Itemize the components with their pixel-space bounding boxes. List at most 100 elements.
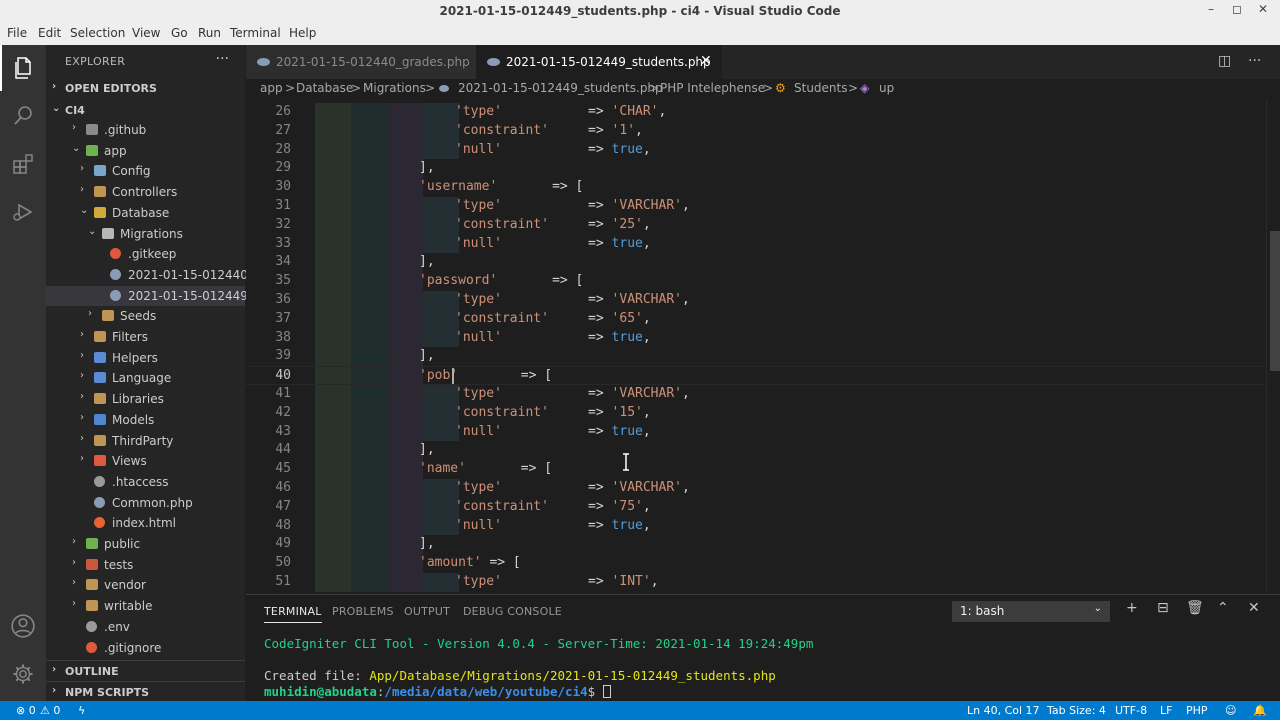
tree-item-env[interactable]: .env bbox=[46, 617, 245, 637]
breadcrumb-intelephense[interactable]: PHP Intelephense bbox=[660, 81, 765, 95]
code-line[interactable]: 49], bbox=[246, 535, 1266, 555]
tree-item-vendor[interactable]: › vendor bbox=[46, 575, 245, 595]
more-actions-button[interactable]: ··· bbox=[216, 51, 229, 67]
code-line[interactable]: 48 'null' => true, bbox=[246, 516, 1266, 536]
menu-edit[interactable]: Edit bbox=[38, 26, 61, 40]
code-line[interactable]: 28 'null' => true, bbox=[246, 140, 1266, 160]
close-window-button[interactable]: ✕ bbox=[1251, 2, 1275, 20]
menu-terminal[interactable]: Terminal bbox=[230, 26, 281, 40]
tree-item-thirdparty[interactable]: › ThirdParty bbox=[46, 431, 245, 451]
menu-selection[interactable]: Selection bbox=[70, 26, 125, 40]
errors-count[interactable]: ⊗ 0 bbox=[16, 704, 36, 717]
tree-item-libraries[interactable]: › Libraries bbox=[46, 389, 245, 409]
code-line[interactable]: 33 'null' => true, bbox=[246, 234, 1266, 254]
language-mode[interactable]: PHP bbox=[1186, 704, 1208, 717]
code-line[interactable]: 44], bbox=[246, 441, 1266, 461]
terminal-prompt[interactable]: muhidin@abudata:/media/data/web/youtube/… bbox=[264, 684, 611, 699]
manage-activity[interactable] bbox=[0, 651, 46, 697]
code-line[interactable]: 35 'password' => [ bbox=[246, 272, 1266, 291]
run-debug-activity[interactable] bbox=[0, 189, 46, 235]
accounts-activity[interactable] bbox=[0, 603, 46, 649]
panel-tab-terminal[interactable]: TERMINAL bbox=[264, 605, 322, 623]
workspace-root-section[interactable]: ⌄ CI4 bbox=[46, 100, 245, 120]
code-line[interactable]: 51 'type' => 'INT', bbox=[246, 573, 1266, 592]
code-line[interactable]: 38 'null' => true, bbox=[246, 328, 1266, 348]
code-line[interactable]: 45 'name' => [ bbox=[246, 460, 1266, 479]
code-line[interactable]: 37 'constraint' => '65', bbox=[246, 309, 1266, 329]
breadcrumb-file[interactable]: 2021-01-15-012449_students.php bbox=[458, 81, 663, 95]
menu-view[interactable]: View bbox=[132, 26, 160, 40]
tab-grades[interactable]: 2021-01-15-012440_grades.php bbox=[246, 45, 476, 79]
notifications-bell-icon[interactable]: 🔔 bbox=[1253, 704, 1267, 717]
breadcrumb-migrations[interactable]: Migrations bbox=[363, 81, 426, 95]
tree-item-gitkeep[interactable]: .gitkeep bbox=[46, 244, 245, 264]
menu-file[interactable]: File bbox=[7, 26, 27, 40]
tree-item-grades-migration[interactable]: 2021-01-15-012440... bbox=[46, 265, 259, 285]
close-panel-button[interactable]: ✕ bbox=[1248, 600, 1260, 616]
lightning-icon[interactable]: ϟ bbox=[78, 704, 85, 717]
warnings-count[interactable]: ⚠ 0 bbox=[40, 704, 60, 717]
tab-size[interactable]: Tab Size: 4 bbox=[1047, 704, 1106, 717]
breadcrumb-method[interactable]: up bbox=[879, 81, 894, 95]
open-editors-section[interactable]: › OPEN EDITORS bbox=[46, 78, 245, 98]
explorer-activity[interactable] bbox=[0, 45, 46, 91]
code-line[interactable]: 29], bbox=[246, 159, 1266, 179]
menu-run[interactable]: Run bbox=[198, 26, 221, 40]
code-line[interactable]: 46 'type' => 'VARCHAR', bbox=[246, 479, 1266, 498]
tree-item-public[interactable]: › public bbox=[46, 534, 245, 554]
extensions-activity[interactable] bbox=[0, 141, 46, 187]
split-editor-icon[interactable]: ◫ bbox=[1218, 53, 1231, 69]
new-terminal-button[interactable]: + bbox=[1126, 600, 1138, 616]
tree-item-helpers[interactable]: › Helpers bbox=[46, 348, 245, 368]
scrollbar-thumb[interactable] bbox=[1270, 231, 1280, 371]
code-line[interactable]: 47 'constraint' => '75', bbox=[246, 497, 1266, 517]
outline-section[interactable]: › OUTLINE bbox=[46, 660, 245, 680]
maximize-button[interactable]: ◻ bbox=[1225, 2, 1249, 20]
search-activity[interactable] bbox=[0, 93, 46, 139]
code-line[interactable]: 42 'constraint' => '15', bbox=[246, 403, 1266, 423]
tree-item-writable[interactable]: › writable bbox=[46, 596, 245, 616]
end-of-line[interactable]: LF bbox=[1160, 704, 1172, 717]
close-tab-icon[interactable]: ✕ bbox=[700, 53, 712, 69]
tree-item-github[interactable]: › .github bbox=[46, 120, 245, 140]
tree-item-models[interactable]: › Models bbox=[46, 410, 245, 430]
code-line[interactable]: 32 'constraint' => '25', bbox=[246, 215, 1266, 235]
tree-item-tests[interactable]: › tests bbox=[46, 555, 245, 575]
split-terminal-button[interactable]: ⊟ bbox=[1157, 600, 1169, 616]
maximize-panel-button[interactable]: ⌃ bbox=[1217, 600, 1229, 616]
tree-item-gitignore[interactable]: .gitignore bbox=[46, 638, 245, 658]
tab-students[interactable]: 2021-01-15-012449_students.php ✕ bbox=[476, 45, 722, 79]
feedback-icon[interactable]: ☺ bbox=[1225, 704, 1236, 717]
code-line[interactable]: 39], bbox=[246, 347, 1266, 367]
code-line[interactable]: 30 'username' => [ bbox=[246, 178, 1266, 197]
tree-item-filters[interactable]: › Filters bbox=[46, 327, 245, 347]
code-line[interactable]: 36 'type' => 'VARCHAR', bbox=[246, 291, 1266, 310]
tree-item-index-html[interactable]: index.html bbox=[46, 513, 245, 533]
panel-tab-debug-console[interactable]: DEBUG CONSOLE bbox=[463, 605, 562, 618]
tree-item-students-migration[interactable]: 2021-01-15-012449... bbox=[46, 285, 259, 306]
terminal-select[interactable]: 1: bash ⌄ bbox=[952, 601, 1110, 622]
editor-scrollbar[interactable] bbox=[1266, 99, 1280, 594]
kill-terminal-button[interactable]: 🗑 bbox=[1186, 600, 1204, 616]
code-line[interactable]: 50 'amount' => [ bbox=[246, 554, 1266, 573]
minimize-button[interactable]: – bbox=[1199, 2, 1223, 20]
code-line[interactable]: 41 'type' => 'VARCHAR', bbox=[246, 385, 1266, 404]
tree-item-database[interactable]: ⌄ Database bbox=[46, 203, 245, 223]
code-line[interactable]: 31 'type' => 'VARCHAR', bbox=[246, 197, 1266, 216]
npm-scripts-section[interactable]: › NPM SCRIPTS bbox=[46, 681, 245, 701]
code-line[interactable]: 40 'pob' => [ bbox=[246, 366, 1266, 385]
tree-item-app[interactable]: ⌄ app bbox=[46, 141, 245, 161]
code-line[interactable]: 26 'type' => 'CHAR', bbox=[246, 103, 1266, 122]
tree-item-controllers[interactable]: › Controllers bbox=[46, 182, 245, 202]
breadcrumb-database[interactable]: Database bbox=[296, 81, 353, 95]
code-line[interactable]: 34], bbox=[246, 253, 1266, 273]
panel-tab-problems[interactable]: PROBLEMS bbox=[332, 605, 394, 618]
encoding[interactable]: UTF-8 bbox=[1115, 704, 1147, 717]
code-line[interactable]: 43 'null' => true, bbox=[246, 422, 1266, 442]
menu-help[interactable]: Help bbox=[289, 26, 316, 40]
tree-item-config[interactable]: › Config bbox=[46, 161, 245, 181]
cursor-position[interactable]: Ln 40, Col 17 bbox=[967, 704, 1040, 717]
tree-item-migrations[interactable]: ⌄ Migrations bbox=[46, 224, 245, 244]
more-actions-icon[interactable]: ··· bbox=[1248, 53, 1261, 69]
tree-item-seeds[interactable]: › Seeds bbox=[46, 306, 245, 326]
